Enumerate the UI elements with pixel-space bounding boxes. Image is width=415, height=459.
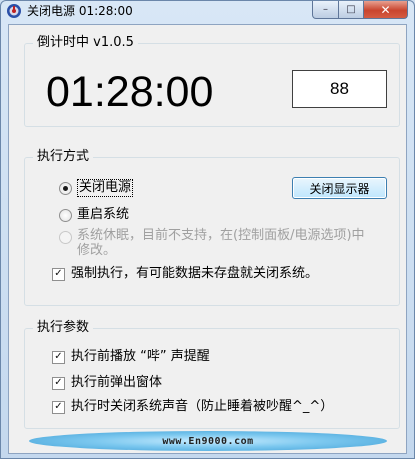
param-mute-label: 执行时关闭系统声音（防止睡着被吵醒^_^）: [71, 399, 334, 414]
radio-hibernate: 系统休眠，目前不支持，在(控制面板/电源选项)中修改。: [59, 228, 379, 258]
window-title: 关闭电源 01:28:00: [27, 4, 133, 18]
caption-buttons: – □ ✕: [312, 1, 408, 19]
title-bar[interactable]: 关闭电源 01:28:00 – □ ✕: [1, 1, 414, 21]
checkmark-icon[interactable]: ✓: [52, 376, 65, 390]
radio-restart[interactable]: 重启系统: [59, 207, 129, 223]
maximize-icon: □: [346, 4, 356, 15]
radio-button[interactable]: [59, 208, 72, 222]
checkmark-icon[interactable]: ✓: [52, 267, 65, 281]
radio-hibernate-label: 系统休眠，目前不支持，在(控制面板/电源选项)中修改。: [77, 228, 365, 258]
turn-off-monitor-button[interactable]: 关闭显示器: [292, 177, 387, 199]
minimize-icon: –: [323, 4, 328, 15]
param-popup[interactable]: ✓ 执行前弹出窗体: [52, 375, 162, 391]
radio-restart-label: 重启系统: [77, 207, 130, 222]
maximize-button[interactable]: □: [339, 1, 364, 19]
param-mute[interactable]: ✓ 执行时关闭系统声音（防止睡着被吵醒^_^）: [52, 399, 333, 415]
checkmark-icon[interactable]: ✓: [52, 350, 65, 364]
param-beep-label: 执行前播放 “哔” 声提醒: [71, 349, 210, 364]
counter-box: 88: [292, 70, 387, 108]
client-area: 倒计时中 v1.0.5 01:28:00 88 执行方式 关闭电源 关闭显示器 …: [8, 24, 407, 454]
power-app-icon: [6, 3, 22, 19]
force-execute-option[interactable]: ✓ 强制执行，有可能数据未存盘就关闭系统。: [52, 266, 318, 282]
timer-group-title: 倒计时中 v1.0.5: [33, 35, 138, 51]
radio-shutdown[interactable]: 关闭电源: [59, 179, 134, 197]
minimize-button[interactable]: –: [312, 1, 339, 19]
radio-button: [59, 231, 72, 244]
param-beep[interactable]: ✓ 执行前播放 “哔” 声提醒: [52, 349, 210, 365]
close-icon: ✕: [380, 2, 391, 17]
radio-shutdown-label: 关闭电源: [77, 179, 134, 197]
mode-group-title: 执行方式: [33, 149, 94, 165]
radio-button[interactable]: [59, 181, 72, 195]
param-popup-label: 执行前弹出窗体: [71, 375, 163, 390]
app-window: 关闭电源 01:28:00 – □ ✕ 倒计时中 v1.0.5 01:28:00…: [0, 0, 415, 459]
website-banner[interactable]: www.En9000.com: [29, 431, 387, 451]
countdown-display: 01:28:00: [46, 68, 214, 116]
checkmark-icon[interactable]: ✓: [52, 400, 65, 414]
close-button[interactable]: ✕: [364, 1, 408, 19]
force-execute-label: 强制执行，有可能数据未存盘就关闭系统。: [71, 266, 319, 281]
params-group-title: 执行参数: [33, 320, 94, 336]
